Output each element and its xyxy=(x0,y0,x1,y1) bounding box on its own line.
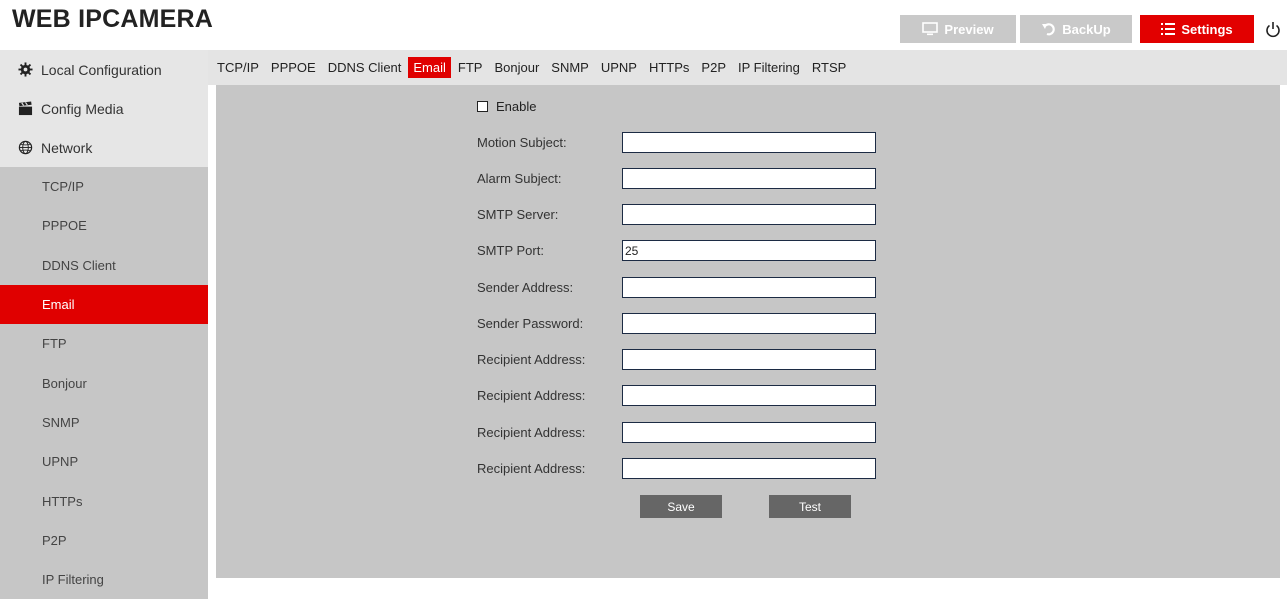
tab-email[interactable]: Email xyxy=(408,57,451,78)
tab-tcpip[interactable]: TCP/IP xyxy=(212,57,264,78)
backup-label: BackUp xyxy=(1062,21,1111,37)
sidebar-item-https[interactable]: HTTPs xyxy=(0,481,208,521)
tab-ddns-client[interactable]: DDNS Client xyxy=(323,57,407,78)
globe-icon xyxy=(17,140,33,156)
smtp-server-label: SMTP Server: xyxy=(477,207,559,222)
sidebar-item-p2p[interactable]: P2P xyxy=(0,520,208,560)
motion-subject-label: Motion Subject: xyxy=(477,135,567,150)
sidebar-item-pppoe[interactable]: PPPOE xyxy=(0,206,208,246)
recipient-address-label-3: Recipient Address: xyxy=(477,425,586,440)
app-title: WEB IPCAMERA xyxy=(12,5,214,33)
recipient-address-input-4[interactable] xyxy=(622,458,876,479)
sidebar-item-ftp[interactable]: FTP xyxy=(0,324,208,364)
alarm-subject-label: Alarm Subject: xyxy=(477,171,562,186)
tab-bar: TCP/IP PPPOE DDNS Client Email FTP Bonjo… xyxy=(208,50,1287,85)
tab-pppoe[interactable]: PPPOE xyxy=(266,57,321,78)
gear-icon xyxy=(17,62,33,78)
settings-label: Settings xyxy=(1181,21,1233,37)
recipient-address-input-2[interactable] xyxy=(622,385,876,406)
smtp-server-input[interactable] xyxy=(622,204,876,225)
tab-snmp[interactable]: SNMP xyxy=(546,57,594,78)
sidebar-item-label: Network xyxy=(41,139,93,156)
enable-checkbox[interactable] xyxy=(477,101,488,112)
tab-ip-filtering[interactable]: IP Filtering xyxy=(733,57,805,78)
recipient-address-label-1: Recipient Address: xyxy=(477,352,586,367)
tab-ftp[interactable]: FTP xyxy=(453,57,488,78)
undo-icon xyxy=(1041,22,1056,36)
power-icon[interactable] xyxy=(1262,17,1284,41)
recipient-address-label-4: Recipient Address: xyxy=(477,461,586,476)
preview-button[interactable]: Preview xyxy=(900,15,1016,43)
enable-label: Enable xyxy=(496,99,537,114)
recipient-address-input-3[interactable] xyxy=(622,422,876,443)
alarm-subject-input[interactable] xyxy=(622,168,876,189)
clapperboard-icon xyxy=(17,101,33,117)
sender-address-label: Sender Address: xyxy=(477,280,574,295)
smtp-port-label: SMTP Port: xyxy=(477,243,544,258)
smtp-port-input[interactable] xyxy=(622,240,876,261)
sidebar-item-label: Local Configuration xyxy=(41,61,162,78)
sidebar-item-network[interactable]: Network xyxy=(0,128,208,167)
test-button[interactable]: Test xyxy=(769,495,851,518)
sidebar-item-email[interactable]: Email xyxy=(0,284,208,325)
tab-p2p[interactable]: P2P xyxy=(696,57,731,78)
monitor-icon xyxy=(922,22,939,36)
enable-row: Enable xyxy=(477,99,536,114)
sidebar-item-bonjour[interactable]: Bonjour xyxy=(0,363,208,403)
list-icon xyxy=(1161,23,1176,35)
sidebar-item-upnp[interactable]: UPNP xyxy=(0,442,208,482)
sidebar-item-local-configuration[interactable]: Local Configuration xyxy=(0,50,208,89)
sidebar-item-snmp[interactable]: SNMP xyxy=(0,402,208,443)
sidebar-item-tcpip[interactable]: TCP/IP xyxy=(0,167,208,207)
save-button[interactable]: Save xyxy=(640,495,722,518)
sidebar: Local Configuration Config Media Network… xyxy=(0,50,208,599)
sender-address-input[interactable] xyxy=(622,277,876,298)
sidebar-item-ddns-client[interactable]: DDNS Client xyxy=(0,245,208,285)
sidebar-item-ip-filtering[interactable]: IP Filtering xyxy=(0,559,208,599)
tab-bonjour[interactable]: Bonjour xyxy=(489,57,544,78)
recipient-address-input-1[interactable] xyxy=(622,349,876,370)
preview-label: Preview xyxy=(944,21,994,37)
settings-button[interactable]: Settings xyxy=(1140,15,1254,43)
backup-button[interactable]: BackUp xyxy=(1020,15,1132,43)
tab-rtsp[interactable]: RTSP xyxy=(807,57,851,78)
sender-password-label: Sender Password: xyxy=(477,316,584,331)
tab-https[interactable]: HTTPs xyxy=(644,57,694,78)
sender-password-input[interactable] xyxy=(622,313,876,334)
sidebar-item-label: Config Media xyxy=(41,100,124,117)
sidebar-item-config-media[interactable]: Config Media xyxy=(0,89,208,128)
tab-upnp[interactable]: UPNP xyxy=(596,57,642,78)
email-settings-panel: Enable Motion Subject: Alarm Subject: SM… xyxy=(216,85,1280,578)
motion-subject-input[interactable] xyxy=(622,132,876,153)
recipient-address-label-2: Recipient Address: xyxy=(477,388,586,403)
